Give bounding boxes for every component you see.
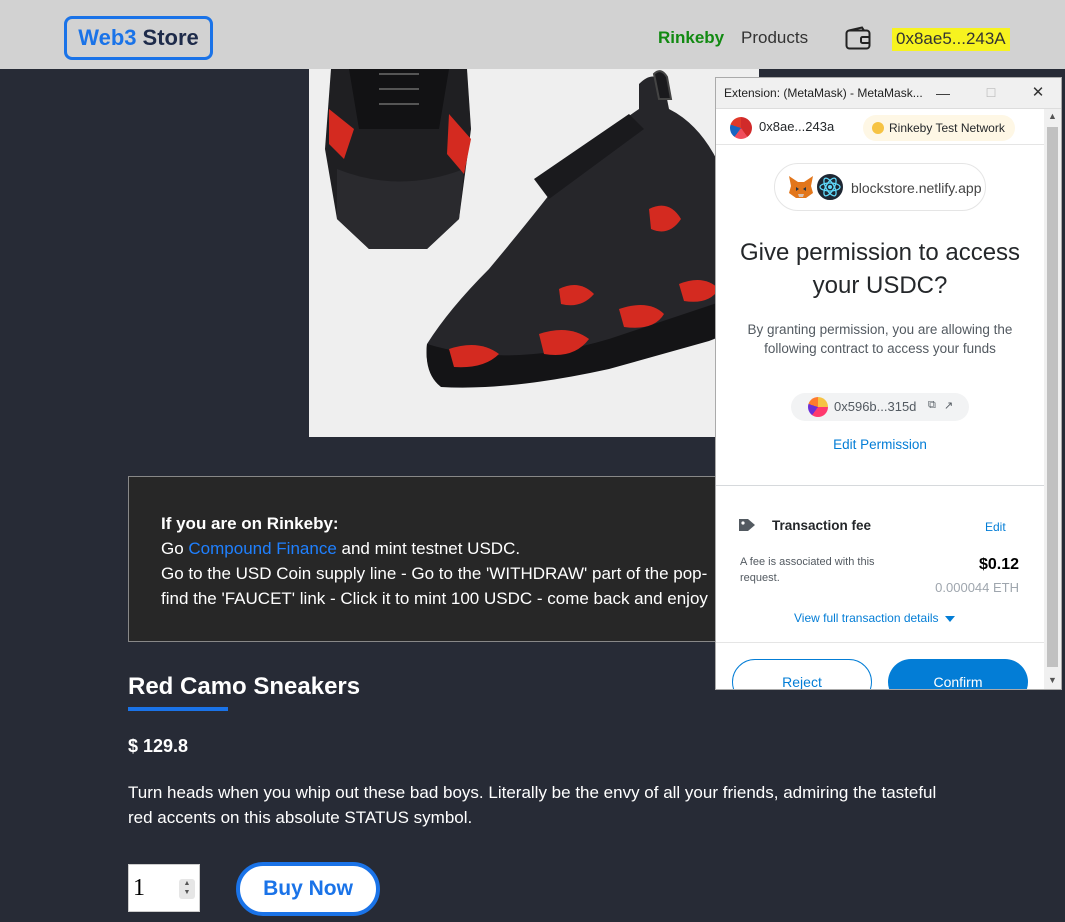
copy-icon[interactable]: ⧉ bbox=[928, 399, 936, 412]
metamask-account[interactable]: 0x8ae...243a bbox=[759, 119, 834, 134]
popup-scrollbar[interactable]: ▲ ▼ bbox=[1044, 109, 1061, 689]
title-underline bbox=[128, 707, 228, 711]
product-price: $ 129.8 bbox=[128, 736, 189, 756]
network-pill[interactable]: Rinkeby Test Network bbox=[863, 115, 1015, 141]
origin-url: blockstore.netlify.app bbox=[851, 180, 982, 196]
contract-address: 0x596b...315d bbox=[834, 399, 917, 414]
permission-heading: Give permission to access your USDC? bbox=[739, 239, 1021, 299]
metamask-popup-window: Extension: (MetaMask) - MetaMask... — ☐ … bbox=[715, 77, 1062, 690]
react-logo-icon bbox=[815, 172, 845, 202]
fee-edit-link[interactable]: Edit bbox=[985, 520, 1006, 534]
logo-primary-text: Web3 bbox=[78, 25, 137, 50]
minimize-icon[interactable]: — bbox=[932, 83, 954, 103]
wallet-icon[interactable] bbox=[845, 26, 871, 50]
compound-finance-link[interactable]: Compound Finance bbox=[188, 539, 336, 558]
top-navbar: Web3 Store Rinkeby Products 0x8ae5...243… bbox=[0, 0, 1065, 69]
buy-now-button[interactable]: Buy Now bbox=[236, 862, 380, 916]
view-details-label: View full transaction details bbox=[794, 611, 939, 625]
view-transaction-details-link[interactable]: View full transaction details bbox=[794, 611, 955, 625]
product-description: Turn heads when you whip out these bad b… bbox=[128, 783, 937, 827]
window-title: Extension: (MetaMask) - MetaMask... bbox=[724, 86, 923, 100]
scroll-down-icon[interactable]: ▼ bbox=[1044, 675, 1061, 685]
logo-secondary-text: Store bbox=[142, 25, 199, 50]
tag-icon bbox=[739, 519, 755, 531]
window-titlebar: Extension: (MetaMask) - MetaMask... — ☐ … bbox=[716, 78, 1061, 109]
scrollbar-thumb[interactable] bbox=[1047, 127, 1058, 667]
confirm-button[interactable]: Confirm bbox=[888, 659, 1028, 689]
network-name: Rinkeby Test Network bbox=[889, 121, 1005, 135]
scroll-up-icon[interactable]: ▲ bbox=[1044, 111, 1061, 121]
sneaker-illustration bbox=[309, 69, 759, 437]
permission-description: By granting permission, you are allowing… bbox=[747, 322, 1013, 356]
caret-down-icon bbox=[944, 615, 955, 622]
contract-avatar bbox=[808, 397, 828, 417]
product-image bbox=[309, 69, 759, 437]
contract-address-pill: 0x596b...315d ⧉ ↗ bbox=[791, 393, 969, 421]
section-divider bbox=[716, 485, 1044, 486]
maximize-icon[interactable]: ☐ bbox=[980, 83, 1002, 103]
account-avatar bbox=[730, 117, 752, 139]
products-link[interactable]: Products bbox=[741, 28, 808, 48]
product-title: Red Camo Sneakers bbox=[128, 673, 361, 700]
account-address[interactable]: 0x8ae5...243A bbox=[892, 28, 1010, 51]
footer-divider bbox=[716, 642, 1044, 643]
reject-button[interactable]: Reject bbox=[732, 659, 872, 689]
metamask-fox-icon bbox=[789, 176, 813, 198]
network-dot-icon bbox=[872, 122, 884, 134]
store-logo[interactable]: Web3 Store bbox=[64, 16, 213, 60]
quantity-value: 1 bbox=[133, 875, 145, 901]
close-icon[interactable]: ✕ bbox=[1027, 83, 1049, 103]
fee-eth-amount: 0.000044 ETH bbox=[935, 580, 1019, 595]
info-line-1-prefix: Go bbox=[161, 539, 189, 558]
info-line-1-suffix: and mint testnet USDC. bbox=[336, 539, 521, 558]
fee-description: A fee is associated with this request. bbox=[740, 556, 875, 584]
quantity-input[interactable]: 1 ▲ ▼ bbox=[128, 864, 200, 912]
quantity-spinner[interactable]: ▲ ▼ bbox=[179, 879, 195, 899]
fee-usd-amount: $0.12 bbox=[978, 556, 1019, 573]
external-link-icon[interactable]: ↗ bbox=[944, 399, 953, 412]
edit-permission-link[interactable]: Edit Permission bbox=[716, 437, 1044, 452]
account-bar: 0x8ae...243a Rinkeby Test Network bbox=[716, 109, 1044, 145]
network-indicator: Rinkeby bbox=[658, 28, 725, 47]
transaction-fee-label: Transaction fee bbox=[772, 518, 872, 533]
origin-site-pill: blockstore.netlify.app bbox=[774, 163, 986, 211]
